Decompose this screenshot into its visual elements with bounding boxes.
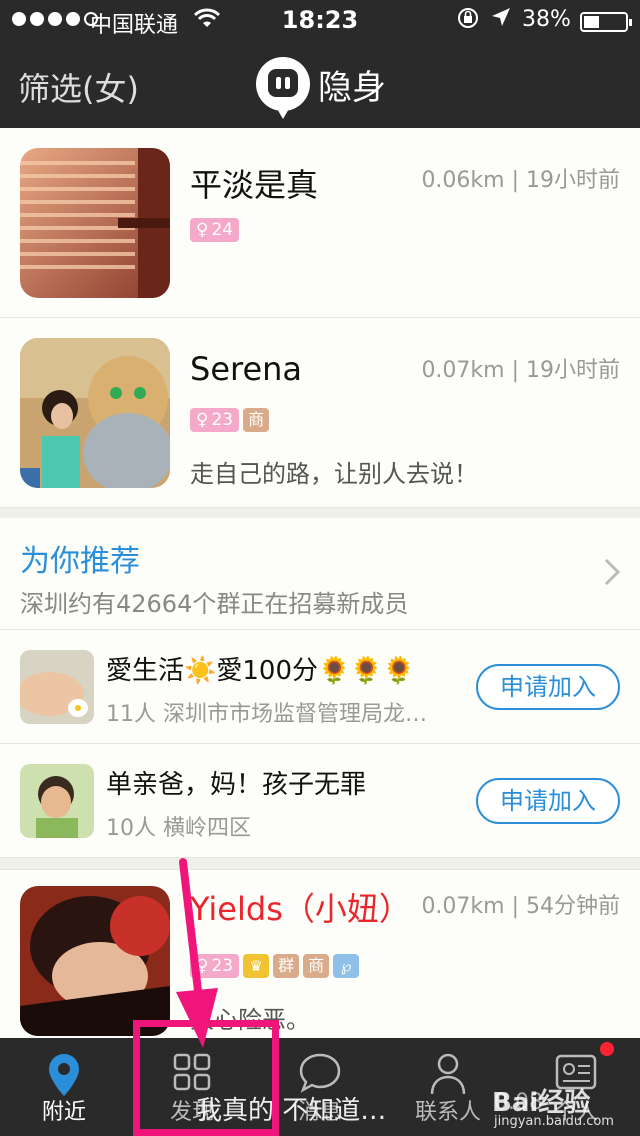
female-icon: ♀: [196, 956, 209, 976]
join-group-button[interactable]: 申请加入: [476, 664, 620, 710]
special-badge-icon: ℘: [333, 954, 360, 978]
battery-icon: [580, 12, 632, 32]
distance-time: 0.06km | 19小时前: [421, 168, 620, 193]
distance-time: 0.07km | 19小时前: [421, 358, 620, 383]
group-name: 愛生活☀️愛100分🌻🌻🌻: [106, 656, 416, 686]
watermark-url: jingyan.baidu.com: [494, 1114, 614, 1129]
recommend-title: 为你推荐: [20, 544, 140, 579]
female-age-badge: ♀ 23: [190, 408, 240, 432]
tab-nearby[interactable]: 附近: [0, 1038, 128, 1136]
business-badge: 商: [303, 954, 330, 978]
recommend-header[interactable]: 为你推荐 深圳约有42664个群正在招募新成员: [0, 518, 640, 630]
user-name: Serena: [190, 350, 303, 388]
business-badge: 商: [243, 408, 270, 432]
rotation-lock-icon: [456, 6, 480, 36]
chat-bubble-icon: [299, 1053, 341, 1093]
user-name: Yields（小妞）: [190, 890, 411, 928]
location-pin-icon: [49, 1054, 79, 1096]
battery-percent: 38%: [522, 7, 571, 32]
female-icon: ♀: [196, 220, 209, 240]
join-group-button[interactable]: 申请加入: [476, 778, 620, 824]
group-row[interactable]: 单亲爸，妈！孩子无罪 10人 横岭四区 申请加入: [0, 744, 640, 858]
user-tags: ♀ 23 ♛ 群 商 ℘: [190, 954, 360, 978]
app-logo-icon: [256, 57, 310, 119]
user-tags: ♀ 24: [190, 218, 240, 242]
nav-title: 隐身: [318, 67, 386, 108]
nearby-list[interactable]: 平淡是真 0.06km | 19小时前 ♀ 24 Serena 0.07km | …: [0, 128, 640, 1038]
user-row[interactable]: 平淡是真 0.06km | 19小时前 ♀ 24: [0, 128, 640, 318]
section-divider: [0, 858, 640, 870]
highlight-box: [133, 1020, 279, 1136]
chevron-right-icon: [604, 558, 621, 594]
female-icon: ♀: [196, 410, 209, 430]
group-avatar[interactable]: [20, 764, 94, 838]
female-age-badge: ♀ 23: [190, 954, 240, 978]
user-row[interactable]: Serena 0.07km | 19小时前 ♀ 23 商 走自己的路，让别人去说！: [0, 318, 640, 508]
invisible-mode-toggle[interactable]: 隐身: [256, 56, 386, 119]
group-row[interactable]: 愛生活☀️愛100分🌻🌻🌻 11人 深圳市市场监督管理局龙… 申请加入: [0, 630, 640, 744]
location-arrow-icon: [490, 6, 512, 34]
avatar[interactable]: [20, 886, 170, 1036]
group-badge: 群: [273, 954, 300, 978]
recommend-subtitle: 深圳约有42664个群正在招募新成员: [20, 590, 409, 618]
person-icon: [430, 1053, 466, 1095]
female-age-badge: ♀ 24: [190, 218, 240, 242]
top-bar: 中国联通 18:23 38% 筛选(女) 隐身: [0, 0, 640, 128]
user-signature: 走自己的路，让别人去说！: [190, 460, 478, 488]
distance-time: 0.07km | 54分钟前: [421, 894, 620, 919]
avatar[interactable]: [20, 148, 170, 298]
group-meta: 10人 横岭四区: [106, 816, 251, 841]
status-bar: 中国联通 18:23 38%: [0, 0, 640, 40]
group-name: 单亲爸，妈！孩子无罪: [106, 770, 367, 800]
user-name: 平淡是真: [190, 166, 319, 204]
crown-icon: ♛: [243, 954, 270, 978]
group-avatar[interactable]: [20, 650, 94, 724]
user-row[interactable]: Yields（小妞） 0.07km | 54分钟前 ♀ 23 ♛ 群 商 ℘ 人心…: [0, 870, 640, 1038]
group-meta: 11人 深圳市市场监督管理局龙…: [106, 702, 427, 727]
avatar[interactable]: [20, 338, 170, 488]
tab-label: 附近: [41, 1100, 86, 1125]
filter-button[interactable]: 筛选(女): [18, 64, 139, 110]
notification-dot: [600, 1042, 614, 1056]
user-tags: ♀ 23 商: [190, 408, 270, 432]
